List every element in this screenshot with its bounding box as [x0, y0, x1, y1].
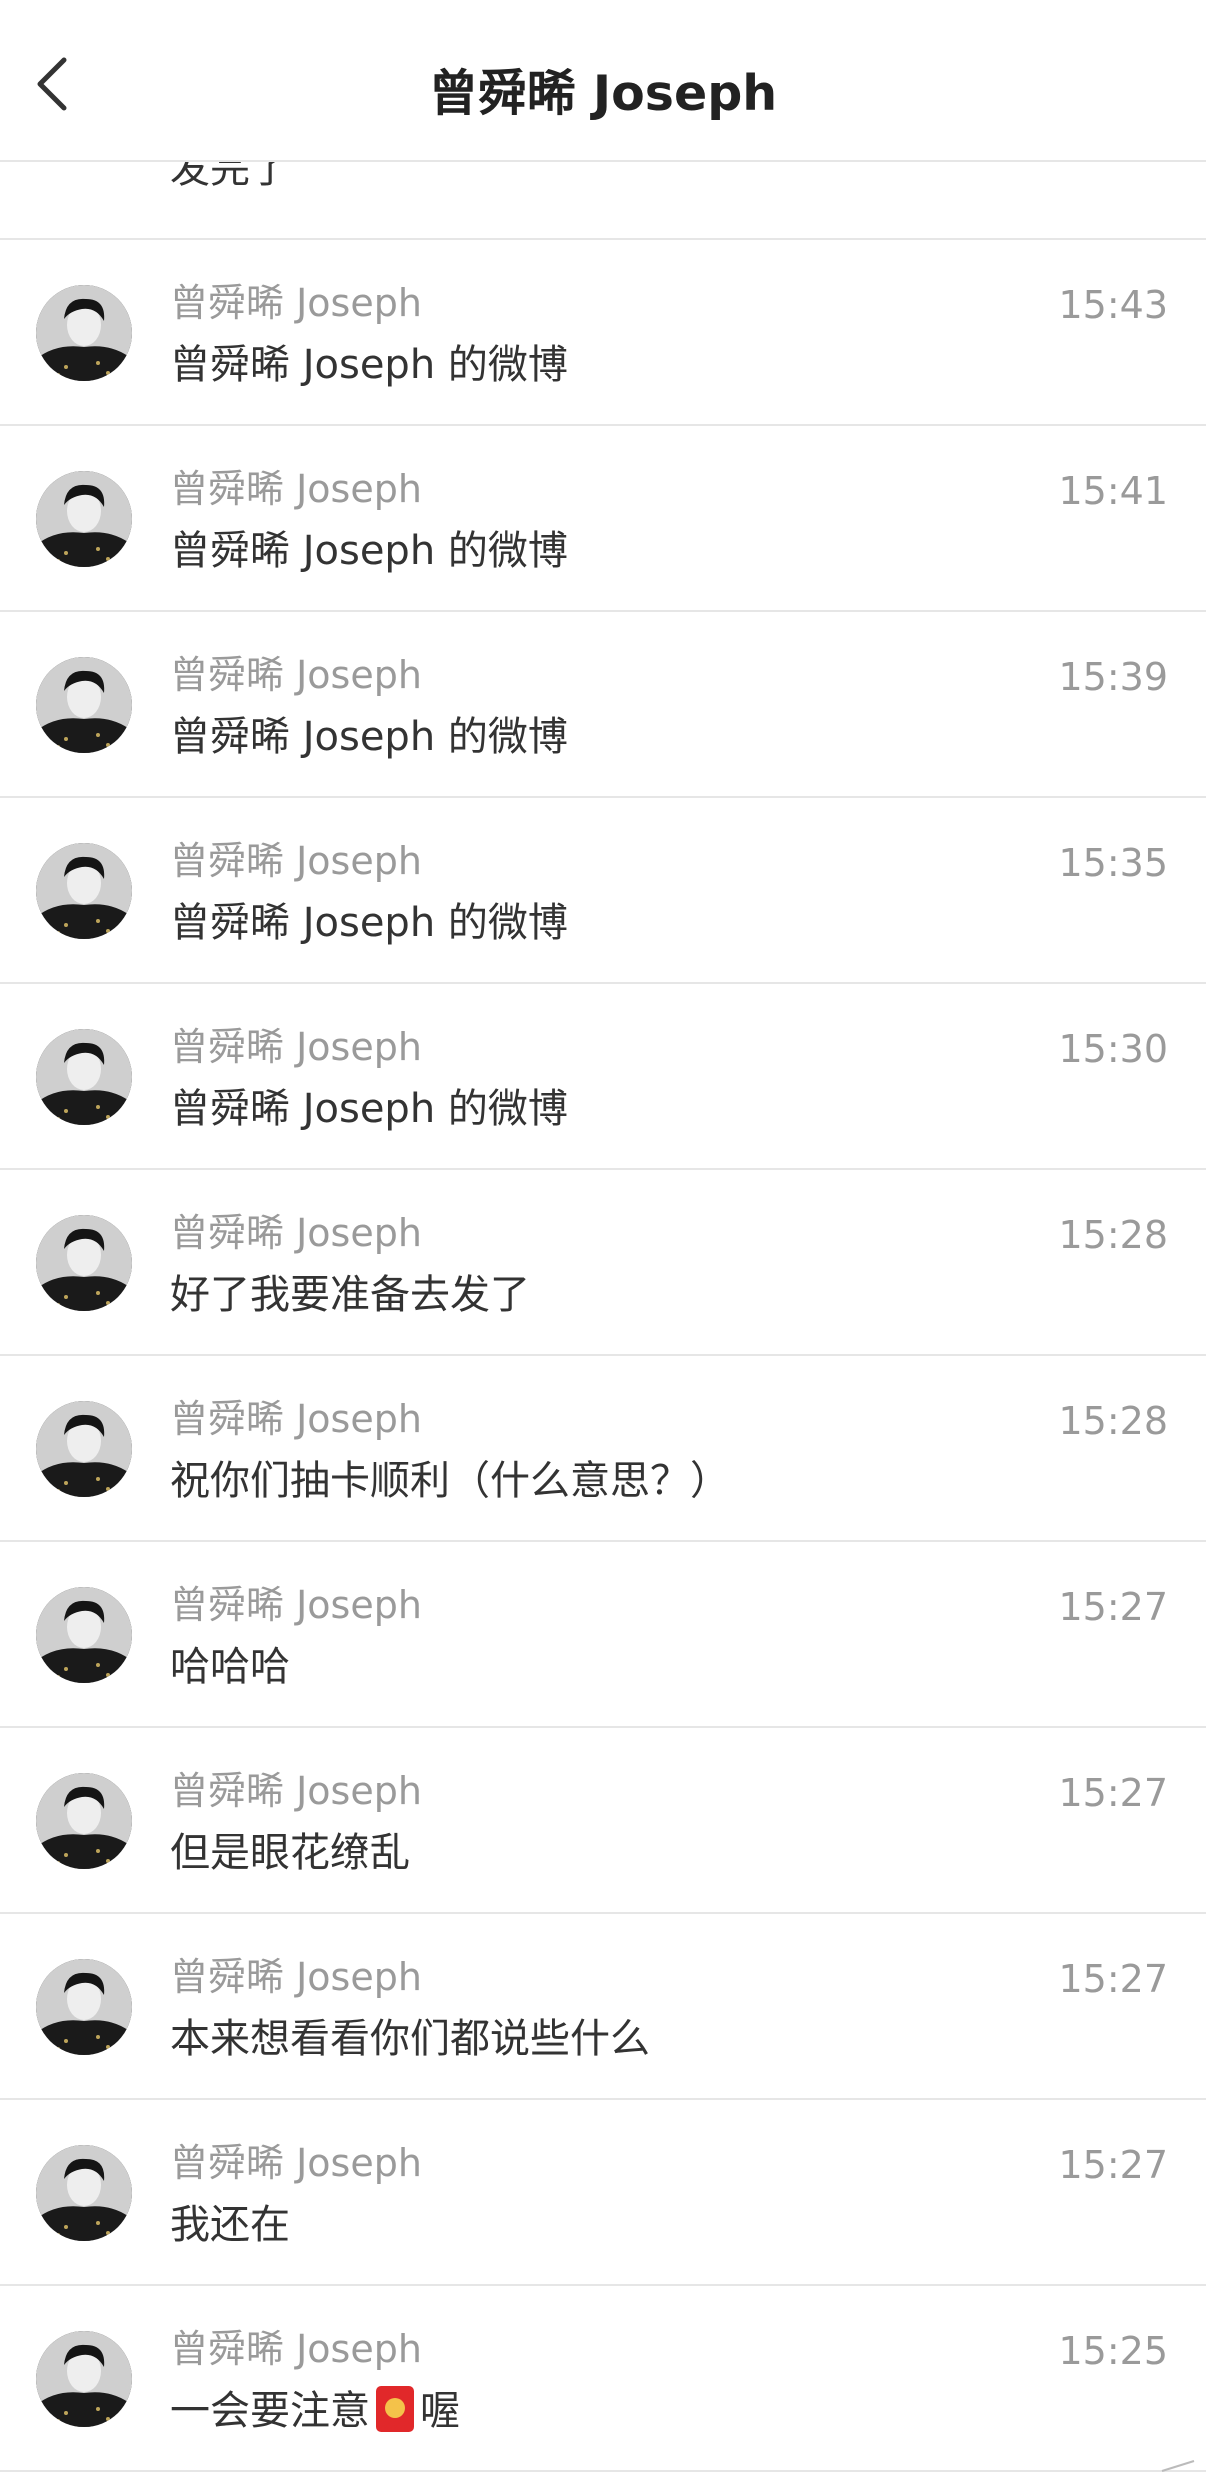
sender-name: 曾舜晞 Joseph: [170, 1211, 422, 1255]
sender-name: 曾舜晞 Joseph: [170, 1769, 422, 1813]
watermark-icon: [1161, 2460, 1195, 2472]
top-nav-bar: 曾舜晞 Joseph: [0, 0, 1206, 162]
avatar[interactable]: [36, 471, 132, 567]
avatar-photo: [36, 657, 132, 753]
message-time: 15:27: [1058, 1585, 1168, 1629]
message-text: 曾舜晞 Joseph 的微博: [170, 528, 568, 574]
avatar-photo: [36, 1959, 132, 2055]
sender-name: 曾舜晞 Joseph: [170, 1583, 422, 1627]
sender-name: 曾舜晞 Joseph: [170, 1397, 422, 1441]
avatar[interactable]: [36, 1215, 132, 1311]
message-time: 15:39: [1058, 655, 1168, 699]
red-envelope-icon: [376, 2386, 414, 2432]
sender-name: 曾舜晞 Joseph: [170, 467, 422, 511]
avatar-photo: [36, 2145, 132, 2241]
page-title: 曾舜晞 Joseph: [428, 65, 778, 122]
list-item[interactable]: 曾舜晞 Joseph 哈哈哈 15:27: [0, 1542, 1206, 1728]
message-text-before: 一会要注意: [170, 2388, 370, 2434]
avatar-photo: [36, 2331, 132, 2427]
message-text: 本来想看看你们都说些什么: [170, 2016, 650, 2062]
message-text-after: 喔: [420, 2388, 460, 2434]
avatar-photo: [36, 471, 132, 567]
sender-name: 曾舜晞 Joseph: [170, 653, 422, 697]
sender-name: 曾舜晞 Joseph: [170, 839, 422, 883]
avatar-photo: [36, 1401, 132, 1497]
message-time: 15:28: [1058, 1399, 1168, 1443]
sender-name: 曾舜晞 Joseph: [170, 1955, 422, 1999]
message-text: 曾舜晞 Joseph 的微博: [170, 900, 568, 946]
list-item[interactable]: 曾舜晞 Joseph 曾舜晞 Joseph 的微博 15:41: [0, 426, 1206, 612]
avatar[interactable]: [36, 657, 132, 753]
list-item[interactable]: 曾舜晞 Joseph 好了我要准备去发了 15:28: [0, 1170, 1206, 1356]
list-item[interactable]: 曾舜晞 Joseph 祝你们抽卡顺利（什么意思？） 15:28: [0, 1356, 1206, 1542]
avatar-photo: [36, 285, 132, 381]
message-time: 15:35: [1058, 841, 1168, 885]
message-text: 我还在: [170, 2202, 290, 2248]
message-time: 15:43: [1058, 283, 1168, 327]
message-time: 15:30: [1058, 1027, 1168, 1071]
sender-name: 曾舜晞 Joseph: [170, 2327, 422, 2371]
message-rows: 曾舜晞 Joseph 曾舜晞 Joseph 的微博 15:43 曾舜晞 Jose…: [0, 240, 1206, 2472]
avatar-photo: [36, 843, 132, 939]
list-item[interactable]: 曾舜晞 Joseph 但是眼花缭乱 15:27: [0, 1728, 1206, 1914]
avatar-photo: [36, 1773, 132, 1869]
message-time: 15:27: [1058, 2143, 1168, 2187]
message-list[interactable]: 发完了 曾舜晞 Joseph 曾舜晞 Joseph 的微博 15:43 曾舜晞 …: [0, 32, 1206, 2472]
message-time: 15:41: [1058, 469, 1168, 513]
message-text: 曾舜晞 Joseph 的微博: [170, 1086, 568, 1132]
sender-name: 曾舜晞 Joseph: [170, 2141, 422, 2185]
message-text: 祝你们抽卡顺利（什么意思？）: [170, 1458, 730, 1504]
avatar[interactable]: [36, 843, 132, 939]
sender-name: 曾舜晞 Joseph: [170, 1025, 422, 1069]
avatar-photo: [36, 1587, 132, 1683]
message-text: 曾舜晞 Joseph 的微博: [170, 342, 568, 388]
avatar[interactable]: [36, 285, 132, 381]
message-text: 曾舜晞 Joseph 的微博: [170, 714, 568, 760]
message-text: 但是眼花缭乱: [170, 1830, 410, 1876]
avatar[interactable]: [36, 1401, 132, 1497]
message-time: 15:27: [1058, 1957, 1168, 2001]
message-text: 哈哈哈: [170, 1644, 290, 1690]
message-time: 15:27: [1058, 1771, 1168, 1815]
avatar[interactable]: [36, 1959, 132, 2055]
list-item[interactable]: 曾舜晞 Joseph 曾舜晞 Joseph 的微博 15:43: [0, 240, 1206, 426]
message-text: 好了我要准备去发了: [170, 1272, 530, 1318]
message-text: 一会要注意 喔: [170, 2386, 460, 2436]
avatar-photo: [36, 1029, 132, 1125]
message-time: 15:25: [1058, 2329, 1168, 2373]
avatar[interactable]: [36, 1773, 132, 1869]
avatar-photo: [36, 1215, 132, 1311]
avatar[interactable]: [36, 2331, 132, 2427]
avatar[interactable]: [36, 2145, 132, 2241]
list-item[interactable]: 曾舜晞 Joseph 曾舜晞 Joseph 的微博 15:39: [0, 612, 1206, 798]
message-time: 15:28: [1058, 1213, 1168, 1257]
list-item[interactable]: 曾舜晞 Joseph 曾舜晞 Joseph 的微博 15:35: [0, 798, 1206, 984]
list-item[interactable]: 曾舜晞 Joseph 我还在 15:27: [0, 2100, 1206, 2286]
avatar[interactable]: [36, 1587, 132, 1683]
sender-name: 曾舜晞 Joseph: [170, 281, 422, 325]
list-item[interactable]: 曾舜晞 Joseph 曾舜晞 Joseph 的微博 15:30: [0, 984, 1206, 1170]
list-item[interactable]: 曾舜晞 Joseph 一会要注意 喔 15:25: [0, 2286, 1206, 2472]
list-item[interactable]: 曾舜晞 Joseph 本来想看看你们都说些什么 15:27: [0, 1914, 1206, 2100]
avatar[interactable]: [36, 1029, 132, 1125]
